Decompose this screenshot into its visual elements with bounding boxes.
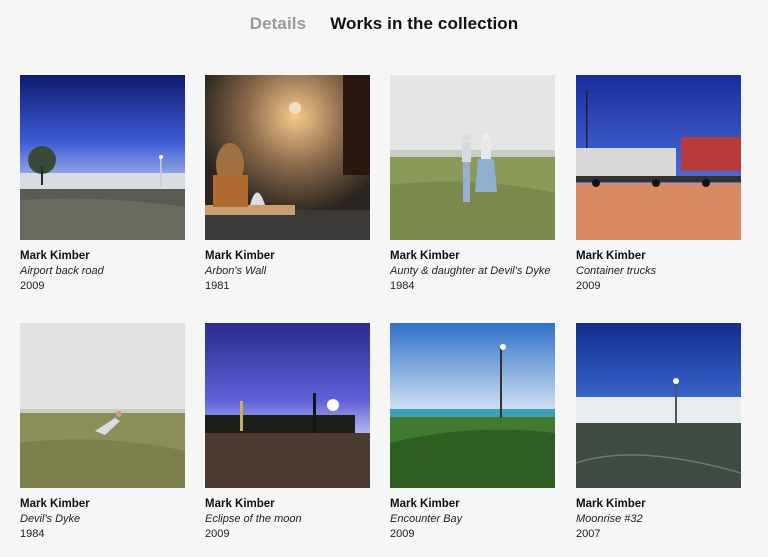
moonrise-32-image bbox=[576, 323, 741, 488]
work-year: 2009 bbox=[576, 280, 601, 292]
work-title: Moonrise #32 bbox=[576, 513, 643, 525]
work-title: Aunty & daughter at Devil's Dyke bbox=[390, 265, 551, 277]
work-card[interactable]: Mark Kimber Airport back road 2009 bbox=[20, 75, 185, 294]
work-card[interactable]: Mark Kimber Encounter Bay 2009 bbox=[390, 323, 555, 542]
work-title: Encounter Bay bbox=[390, 513, 463, 525]
arbons-wall-image bbox=[205, 75, 370, 240]
work-artist: Mark Kimber bbox=[205, 250, 275, 262]
work-thumbnail[interactable] bbox=[20, 323, 185, 488]
work-artist: Mark Kimber bbox=[20, 250, 90, 262]
work-card[interactable]: Mark Kimber Eclipse of the moon 2009 bbox=[205, 323, 370, 542]
work-thumbnail[interactable] bbox=[20, 75, 185, 240]
tab-works-in-collection[interactable]: Works in the collection bbox=[330, 14, 518, 34]
work-title: Arbon's Wall bbox=[205, 265, 267, 277]
work-card[interactable]: Mark Kimber Container trucks 2009 bbox=[576, 75, 741, 294]
work-year: 2009 bbox=[205, 528, 230, 540]
aunty-and-daughter-image bbox=[390, 75, 555, 240]
work-artist: Mark Kimber bbox=[390, 498, 460, 510]
tab-bar: Details Works in the collection bbox=[0, 14, 768, 34]
work-title: Devil's Dyke bbox=[20, 513, 81, 525]
work-thumbnail[interactable] bbox=[576, 323, 741, 488]
work-title: Eclipse of the moon bbox=[205, 513, 302, 525]
work-artist: Mark Kimber bbox=[20, 498, 90, 510]
work-year: 2009 bbox=[390, 528, 415, 540]
container-trucks-image bbox=[576, 75, 741, 240]
work-artist: Mark Kimber bbox=[390, 250, 460, 262]
tab-details[interactable]: Details bbox=[250, 14, 306, 34]
work-card[interactable]: Mark Kimber Aunty & daughter at Devil's … bbox=[390, 75, 555, 294]
work-year: 2009 bbox=[20, 280, 45, 292]
encounter-bay-image bbox=[390, 323, 555, 488]
work-year: 1984 bbox=[390, 280, 415, 292]
work-card[interactable]: Mark Kimber Moonrise #32 2007 bbox=[576, 323, 741, 542]
work-year: 1981 bbox=[205, 280, 230, 292]
work-card[interactable]: Mark Kimber Arbon's Wall 1981 bbox=[205, 75, 370, 294]
work-thumbnail[interactable] bbox=[576, 75, 741, 240]
work-artist: Mark Kimber bbox=[576, 250, 646, 262]
work-artist: Mark Kimber bbox=[576, 498, 646, 510]
eclipse-of-the-moon-image bbox=[205, 323, 370, 488]
work-thumbnail[interactable] bbox=[205, 323, 370, 488]
work-year: 2007 bbox=[576, 528, 601, 540]
work-year: 1984 bbox=[20, 528, 45, 540]
work-thumbnail[interactable] bbox=[205, 75, 370, 240]
work-title: Container trucks bbox=[576, 265, 657, 277]
devils-dyke-image bbox=[20, 323, 185, 488]
work-thumbnail[interactable] bbox=[390, 75, 555, 240]
work-thumbnail[interactable] bbox=[390, 323, 555, 488]
work-artist: Mark Kimber bbox=[205, 498, 275, 510]
work-card[interactable]: Mark Kimber Devil's Dyke 1984 bbox=[20, 323, 185, 542]
airport-back-road-image bbox=[20, 75, 185, 240]
work-title: Airport back road bbox=[20, 265, 104, 277]
